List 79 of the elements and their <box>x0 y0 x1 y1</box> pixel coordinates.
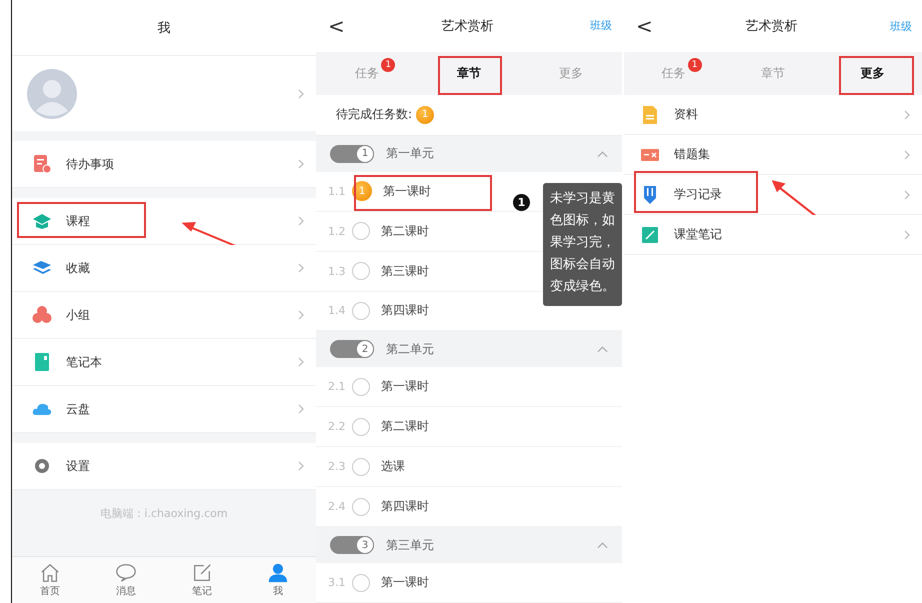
lesson-title: 第四课时 <box>381 498 429 516</box>
lesson-row[interactable]: 3.1 第一课时 <box>316 563 622 603</box>
lesson-number: 2.3 <box>328 460 346 474</box>
lesson-number: 2.2 <box>328 420 346 434</box>
menu-item[interactable]: 待办事项 <box>12 141 316 188</box>
tab[interactable]: 更多 <box>860 65 884 82</box>
chevron-icon <box>298 216 304 226</box>
note-icon <box>640 224 660 244</box>
bottom-tab[interactable]: 首页 <box>12 557 88 603</box>
circles-icon <box>32 305 52 325</box>
chevron-icon <box>298 404 304 414</box>
avatar-icon <box>27 68 77 118</box>
pending-count: 1 <box>416 106 434 124</box>
footer-text: 电脑端：i.chaoxing.com <box>100 506 228 522</box>
unit-row[interactable]: 2 第二单元 <box>316 331 622 368</box>
menu-item[interactable]: 课程 <box>12 198 316 245</box>
unit-row[interactable]: 3 第三单元 <box>316 527 622 564</box>
lesson-title: 第一课时 <box>381 378 429 396</box>
home-icon <box>39 562 61 584</box>
back-button[interactable]: < <box>636 14 653 38</box>
lesson-number: 1.3 <box>328 264 346 278</box>
chevron-icon <box>298 461 304 471</box>
unit-number: 2 <box>330 340 374 358</box>
lesson-number: 3.1 <box>328 576 346 590</box>
lesson-number: 1.4 <box>328 304 346 318</box>
chevron-icon <box>904 230 910 240</box>
lesson-title: 第二课时 <box>381 418 429 436</box>
unit-number: 3 <box>330 536 374 554</box>
mortarboard-icon <box>32 211 52 231</box>
bottom-tab[interactable]: 我 <box>240 557 316 603</box>
chevron-icon <box>298 263 304 273</box>
lesson-number: 1.1 <box>328 184 346 198</box>
pending-label: 待完成任务数: <box>336 106 412 124</box>
pending-badge: 1 <box>352 181 372 202</box>
notebook-icon <box>32 352 52 372</box>
lesson-title: 第四课时 <box>381 302 429 320</box>
lesson-row[interactable]: 2.2 第二课时 <box>316 407 622 448</box>
lesson-number: 1.2 <box>328 224 346 238</box>
screen-title: 艺术赏析 <box>745 18 798 35</box>
chevron-icon <box>298 310 304 320</box>
chat-bubble-icon <box>115 562 137 584</box>
menu-item[interactable]: 云盘 <box>12 386 316 433</box>
menu-item[interactable]: 小组 <box>12 292 316 339</box>
notification-badge: 1 <box>381 58 396 72</box>
todo-icon <box>32 154 52 174</box>
chevron-icon <box>298 159 304 169</box>
menu-item[interactable]: 收藏 <box>12 245 316 292</box>
chevron-icon <box>904 150 910 160</box>
lesson-row[interactable]: 2.3 选课 <box>316 447 622 488</box>
chevron-icon <box>904 190 910 200</box>
lesson-number: 2.1 <box>328 380 346 394</box>
lesson-title: 第一课时 <box>381 574 429 592</box>
lesson-title: 选课 <box>381 458 405 476</box>
bottom-tab[interactable]: 消息 <box>88 557 164 603</box>
menu-item[interactable]: 笔记本 <box>12 339 316 386</box>
lesson-title: 第三课时 <box>381 262 429 280</box>
callout-number: 1 <box>513 194 530 211</box>
lesson-row[interactable]: 2.1 第一课时 <box>316 367 622 408</box>
tooltip: 未学习是黄色图标，如果学习完，图标会自动变成绿色。 <box>543 183 622 306</box>
unit-number: 1 <box>330 144 374 163</box>
person-icon <box>267 562 289 584</box>
screen-title: 艺术赏析 <box>441 18 494 35</box>
menu-item[interactable]: 设置 <box>12 443 316 490</box>
lesson-number: 2.4 <box>328 500 346 514</box>
chevron-icon <box>904 110 910 120</box>
edit-icon <box>191 562 213 584</box>
notification-badge: 1 <box>688 58 702 72</box>
chevron-icon <box>298 357 304 367</box>
screen-title: 我 <box>158 20 170 36</box>
unit-row[interactable]: 1 第一单元 <box>316 136 622 172</box>
lesson-title: 第一课时 <box>383 182 431 200</box>
back-button[interactable]: < <box>328 14 345 38</box>
tab[interactable]: 章节 <box>457 64 481 82</box>
chevron-icon <box>298 88 304 98</box>
gear-icon <box>32 456 52 476</box>
document-icon <box>640 104 660 124</box>
lesson-title: 第二课时 <box>381 222 429 240</box>
menu-item[interactable]: 课堂笔记 <box>624 215 922 255</box>
bottom-tab[interactable]: 笔记 <box>164 557 240 603</box>
